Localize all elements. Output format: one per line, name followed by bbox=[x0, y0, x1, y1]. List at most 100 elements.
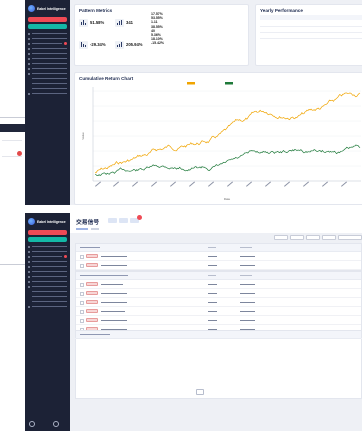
pattern-metrics-title: Pattern Metrics bbox=[79, 8, 113, 13]
dashboard-window: Eabel Intelligence Pattern Metrics 51.58… bbox=[25, 0, 362, 205]
menu-icon bbox=[28, 305, 30, 308]
row-checkbox[interactable] bbox=[80, 264, 84, 268]
sidebar-header: Eabel Intelligence bbox=[25, 0, 70, 15]
toolbar bbox=[274, 235, 362, 240]
background-window bbox=[0, 117, 26, 265]
row-checkbox[interactable] bbox=[80, 255, 84, 259]
sidebar-item[interactable] bbox=[28, 304, 67, 309]
cumulative-return-card: Cumulative Return Chart Value Date bbox=[74, 72, 362, 205]
sidebar-item-active[interactable] bbox=[28, 24, 67, 29]
cumulative-return-chart: Value Date bbox=[81, 82, 361, 201]
row-checkbox[interactable] bbox=[80, 310, 84, 314]
yearly-performance-card: Yearly Performance bbox=[255, 4, 362, 66]
signal-pill bbox=[86, 263, 98, 267]
stat-list: 17.57% 53.55% 1.11 38.55% 40 5.36% 18.10… bbox=[150, 12, 164, 46]
signal-pill bbox=[86, 309, 98, 313]
toolbar-button[interactable] bbox=[290, 235, 304, 240]
menu-icon bbox=[28, 62, 30, 65]
sidebar-item-active[interactable] bbox=[28, 237, 67, 242]
yearly-table-row bbox=[260, 32, 362, 33]
row-checkbox[interactable] bbox=[80, 301, 84, 305]
menu-icon bbox=[28, 92, 30, 95]
table-row[interactable] bbox=[76, 289, 361, 298]
signal-pill bbox=[86, 282, 98, 286]
row-checkbox[interactable] bbox=[80, 292, 84, 296]
background-window-badge bbox=[17, 151, 22, 156]
win-rate-metric: 51.58% bbox=[79, 19, 104, 27]
notification-badge bbox=[64, 42, 67, 45]
metric-value: 51.58% bbox=[90, 20, 105, 25]
toolbar-button[interactable] bbox=[306, 235, 320, 240]
total-signals-metric: 341 bbox=[115, 19, 133, 27]
menu-icon bbox=[28, 37, 30, 40]
signal-pill bbox=[86, 254, 98, 258]
pattern-metrics-card: Pattern Metrics 51.58% 341 -29.34% 205.9… bbox=[74, 4, 249, 66]
menu-icon bbox=[28, 280, 30, 283]
trend-icon bbox=[115, 41, 124, 49]
background-window-divider bbox=[2, 140, 22, 141]
yearly-table-row bbox=[260, 26, 362, 27]
brand-name: Eabel Intelligence bbox=[37, 6, 66, 11]
sidebar-footer bbox=[29, 421, 59, 427]
brand-name: Eabel Intelligence bbox=[37, 219, 66, 224]
window-gap bbox=[25, 205, 362, 213]
drawdown-icon bbox=[79, 41, 88, 49]
menu-icon bbox=[28, 67, 30, 70]
user-icon[interactable] bbox=[29, 421, 35, 427]
sidebar-item-primary[interactable] bbox=[28, 230, 67, 235]
metric-value: 205.94% bbox=[126, 42, 143, 47]
sidebar: Eabel Intelligence bbox=[25, 0, 70, 205]
menu-icon bbox=[28, 52, 30, 55]
series-2-line bbox=[94, 144, 361, 177]
toolbar-button[interactable] bbox=[338, 235, 362, 240]
menu-icon bbox=[28, 255, 30, 258]
table-row[interactable] bbox=[76, 261, 361, 270]
tab[interactable] bbox=[91, 228, 99, 230]
signals-window: Eabel Intelligence 交易信号 bbox=[25, 213, 362, 431]
table-row[interactable] bbox=[76, 298, 361, 307]
metric-value: -29.34% bbox=[90, 42, 106, 47]
legend-swatch-series-1 bbox=[187, 82, 195, 85]
filter-tag[interactable] bbox=[119, 218, 128, 223]
table-row[interactable] bbox=[76, 307, 361, 316]
legend-swatch-series-2 bbox=[225, 82, 233, 85]
logo-icon bbox=[28, 218, 35, 225]
signal-group bbox=[75, 243, 362, 271]
menu-icon bbox=[28, 245, 30, 248]
signal-icon bbox=[115, 19, 124, 27]
group-header[interactable] bbox=[76, 272, 361, 280]
menu-icon bbox=[28, 285, 30, 288]
signal-group bbox=[75, 271, 362, 335]
sidebar-item-primary[interactable] bbox=[28, 17, 67, 22]
menu-icon bbox=[28, 47, 30, 50]
x-tick-labels bbox=[95, 181, 348, 187]
yearly-table-header bbox=[260, 15, 362, 20]
tab-active[interactable] bbox=[76, 228, 88, 230]
toolbar-button[interactable] bbox=[322, 235, 336, 240]
logout-icon[interactable] bbox=[53, 421, 59, 427]
notification-badge bbox=[64, 255, 67, 258]
toolbar-button[interactable] bbox=[274, 235, 288, 240]
table-row[interactable] bbox=[76, 252, 361, 261]
group-header[interactable] bbox=[76, 331, 361, 339]
page-header: 交易信号 bbox=[70, 213, 362, 233]
signal-pill bbox=[86, 291, 98, 295]
table-row[interactable] bbox=[76, 316, 361, 325]
row-checkbox[interactable] bbox=[80, 283, 84, 287]
sidebar-item[interactable] bbox=[28, 91, 67, 96]
menu-icon bbox=[28, 270, 30, 273]
table-row[interactable] bbox=[76, 280, 361, 289]
page-title: 交易信号 bbox=[76, 220, 100, 226]
signal-pill bbox=[86, 300, 98, 304]
menu-icon bbox=[28, 260, 30, 263]
row-checkbox[interactable] bbox=[80, 319, 84, 323]
x-axis-label: Date bbox=[224, 197, 231, 201]
signal-group bbox=[75, 330, 362, 339]
sidebar: Eabel Intelligence bbox=[25, 213, 70, 431]
group-header[interactable] bbox=[76, 244, 361, 252]
logo-icon bbox=[28, 5, 35, 12]
filter-tag[interactable] bbox=[108, 218, 117, 223]
cumulative-return-metric: 205.94% bbox=[115, 41, 143, 49]
stat-row: -15.42% bbox=[151, 41, 165, 46]
max-drawdown-metric: -29.34% bbox=[79, 41, 106, 49]
